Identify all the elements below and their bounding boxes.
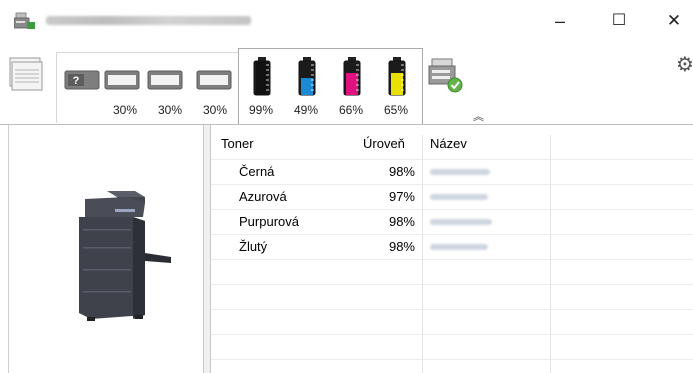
printer-app-icon <box>14 12 35 29</box>
toner-color-cell: Azurová <box>239 189 287 204</box>
toner-name-cell <box>430 219 492 225</box>
column-header-name[interactable]: Název <box>430 133 467 155</box>
maximize-button[interactable]: ☐ <box>608 12 630 30</box>
magenta-toner-level: 66% <box>339 103 364 117</box>
column-header-toner[interactable]: Toner <box>221 133 254 155</box>
toner-level-cell: 97% <box>388 189 415 204</box>
toner-color-cell: Purpurová <box>239 214 299 229</box>
header-divider <box>211 159 693 160</box>
paper-stack-icon[interactable] <box>6 54 46 94</box>
row-divider <box>211 259 693 260</box>
device-image-pane <box>8 125 204 373</box>
settings-gear-icon[interactable]: ⚙ <box>676 52 693 77</box>
column-header-level[interactable]: Úroveň <box>363 133 405 155</box>
toner-level-cell: 98% <box>388 239 415 254</box>
printer-image <box>79 191 171 321</box>
pane-splitter[interactable] <box>203 125 211 373</box>
toner-color-cell: Černá <box>239 164 275 179</box>
toner-color-cell: Žlutý <box>239 239 268 254</box>
tray-2-level: 30% <box>158 103 183 117</box>
tray-3-level: 30% <box>203 103 228 117</box>
column-divider <box>422 135 423 373</box>
row-divider <box>211 284 693 285</box>
device-status-icon[interactable] <box>426 56 464 96</box>
svg-text:?: ? <box>73 75 80 87</box>
paper-tray-3-icon[interactable] <box>196 68 232 92</box>
row-divider <box>211 359 693 360</box>
paper-tray-2-icon[interactable] <box>147 68 183 92</box>
toner-name-cell <box>430 244 488 250</box>
toner-name-cell <box>430 169 490 175</box>
yellow-toner-icon[interactable] <box>388 57 406 97</box>
cyan-toner-level: 49% <box>294 103 319 117</box>
toner-panel: 99% 49% 66% 65% <box>238 48 423 125</box>
toner-table: Toner Úroveň Název Černá 98% Azurová 97%… <box>211 125 693 373</box>
row-divider <box>211 309 693 310</box>
minimize-button[interactable]: – <box>549 12 571 30</box>
close-button[interactable]: ✕ <box>663 12 685 30</box>
magenta-toner-icon[interactable] <box>343 57 361 97</box>
paper-tray-1-icon[interactable] <box>104 68 140 92</box>
black-toner-level: 99% <box>249 103 274 117</box>
toner-level-cell: 98% <box>388 214 415 229</box>
status-toolbar: ? 30% 30% 30% 99% 49% 66% 65% ︽ ⚙ <box>0 38 693 125</box>
cyan-toner-icon[interactable] <box>298 57 316 97</box>
title-bar: – ☐ ✕ <box>0 0 693 38</box>
window-title <box>46 16 251 25</box>
unknown-tray-icon[interactable]: ? <box>64 68 100 92</box>
collapse-icon[interactable]: ︽ <box>473 108 484 124</box>
tray-1-level: 30% <box>113 103 138 117</box>
toner-name-cell <box>430 194 488 200</box>
toner-level-cell: 98% <box>388 164 415 179</box>
yellow-toner-level: 65% <box>384 103 409 117</box>
column-divider <box>550 135 551 373</box>
row-divider <box>211 234 693 235</box>
row-divider <box>211 334 693 335</box>
black-toner-icon[interactable] <box>253 57 271 97</box>
